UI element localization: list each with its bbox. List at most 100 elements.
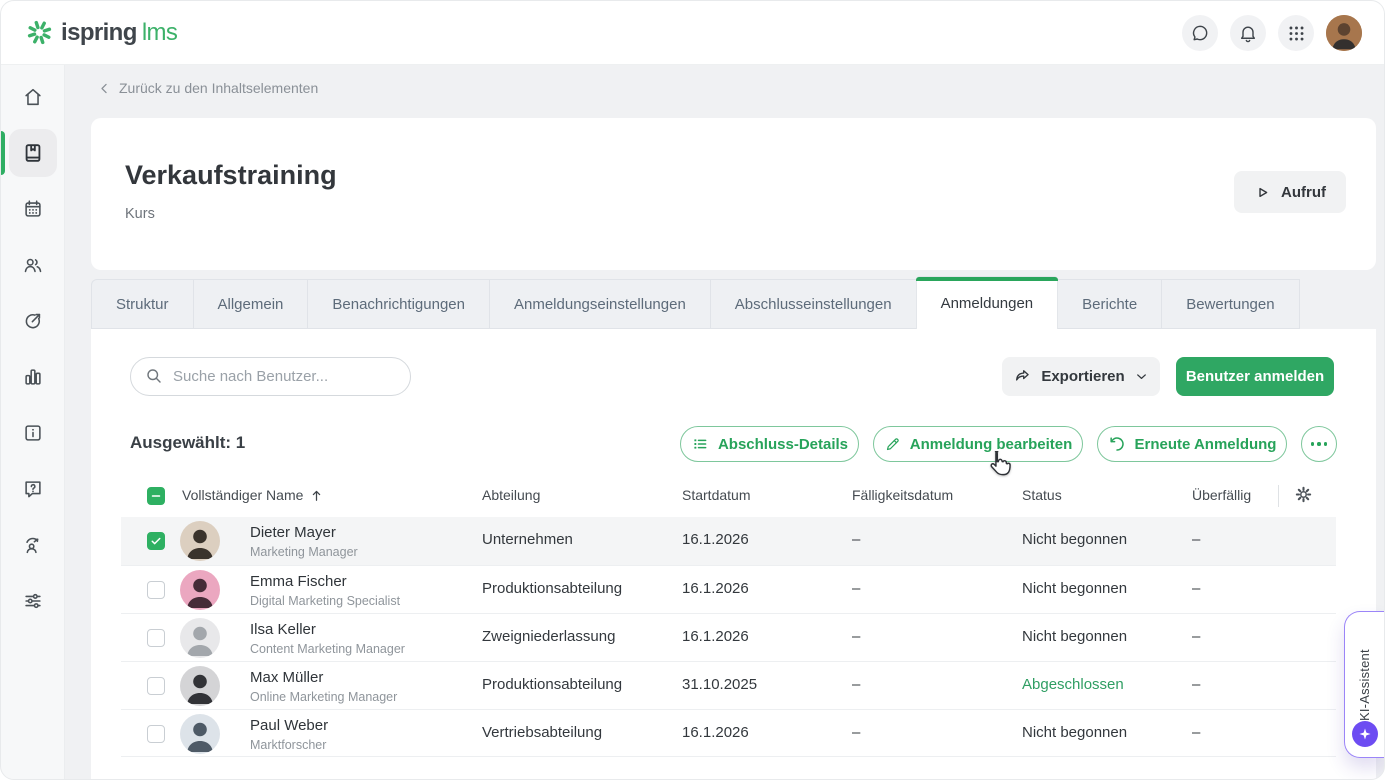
duedate-cell: – (852, 531, 860, 548)
sidebar-item-calendar[interactable] (9, 185, 57, 233)
column-header-overdue[interactable]: Überfällig (1192, 487, 1251, 503)
sidebar-item-news[interactable] (9, 409, 57, 457)
completion-details-label: Abschluss-Details (718, 436, 848, 453)
select-all-checkbox[interactable] (147, 487, 165, 505)
search-input[interactable] (130, 357, 411, 396)
overdue-cell: – (1192, 724, 1200, 741)
pencil-icon (884, 436, 901, 453)
row-checkbox[interactable] (147, 629, 165, 647)
department-cell: Unternehmen (482, 531, 573, 548)
column-header-startdate[interactable]: Startdatum (682, 487, 750, 503)
column-header-status[interactable]: Status (1022, 487, 1062, 503)
app-grid-button[interactable] (1278, 15, 1314, 51)
export-button[interactable]: Exportieren (1002, 357, 1160, 396)
main-area: Zurück zu den Inhaltselementen Verkaufst… (65, 65, 1384, 779)
chevron-left-icon (97, 81, 112, 96)
avatar (180, 521, 220, 561)
user-name: Max Müller (250, 668, 397, 688)
left-sidebar (1, 65, 65, 779)
launch-button-label: Aufruf (1281, 184, 1326, 201)
table-row[interactable]: Ilsa Keller Content Marketing Manager Zw… (121, 613, 1336, 661)
completion-details-button[interactable]: Abschluss-Details (680, 426, 859, 462)
tab-struktur[interactable]: Struktur (91, 279, 194, 329)
table-row[interactable]: Emma Fischer Digital Marketing Specialis… (121, 565, 1336, 613)
user-cell: Max Müller Online Marketing Manager (250, 668, 397, 706)
row-checkbox[interactable] (147, 532, 165, 550)
sliders-icon (22, 590, 44, 612)
enroll-users-button[interactable]: Benutzer anmelden (1176, 357, 1334, 396)
bell-icon (1238, 23, 1258, 43)
course-header-card: Verkaufstraining Kurs Aufruf (91, 118, 1376, 270)
tab-benachrichtigungen[interactable]: Benachrichtigungen (307, 279, 490, 329)
check-icon (150, 535, 162, 547)
sort-asc-icon (309, 488, 324, 503)
tab-label: Benachrichtigungen (332, 296, 465, 313)
tab-berichte[interactable]: Berichte (1057, 279, 1162, 329)
overdue-cell: – (1192, 580, 1200, 597)
tab-label: Abschlusseinstellungen (735, 296, 892, 313)
column-settings-button[interactable] (1293, 484, 1314, 508)
duedate-cell: – (852, 580, 860, 597)
tab-abschlusseinstellungen[interactable]: Abschlusseinstellungen (710, 279, 917, 329)
column-label: Status (1022, 487, 1062, 503)
column-label: Fälligkeitsdatum (852, 487, 953, 503)
tab-anmeldungseinstellungen[interactable]: Anmeldungseinstellungen (489, 279, 711, 329)
more-dots-icon (1311, 442, 1315, 446)
sidebar-item-settings[interactable] (9, 577, 57, 625)
status-cell: Nicht begonnen (1022, 531, 1127, 548)
breadcrumb-back-link[interactable]: Zurück zu den Inhaltselementen (97, 80, 318, 96)
export-button-label: Exportieren (1041, 368, 1124, 385)
launch-course-button[interactable]: Aufruf (1234, 171, 1346, 213)
table-row[interactable]: Paul Weber Marktforscher Vertriebsabteil… (121, 709, 1336, 757)
ai-sparkle-badge (1352, 721, 1378, 747)
row-checkbox[interactable] (147, 581, 165, 599)
duedate-cell: – (852, 628, 860, 645)
home-icon (22, 86, 44, 108)
tab-bewertungen[interactable]: Bewertungen (1161, 279, 1299, 329)
department-cell: Produktionsabteilung (482, 580, 622, 597)
column-header-name[interactable]: Vollständiger Name (182, 487, 324, 503)
help-icon (22, 478, 44, 500)
avatar (180, 666, 220, 706)
sidebar-item-coaching[interactable] (9, 521, 57, 569)
logo-brand: ispring (61, 19, 137, 46)
column-header-duedate[interactable]: Fälligkeitsdatum (852, 487, 953, 503)
export-arrow-icon (1013, 367, 1032, 386)
column-header-department[interactable]: Abteilung (482, 487, 540, 503)
user-name: Emma Fischer (250, 572, 400, 592)
column-label: Vollständiger Name (182, 487, 303, 503)
sidebar-item-goals[interactable] (9, 297, 57, 345)
coaching-icon (22, 534, 44, 556)
profile-avatar[interactable] (1326, 15, 1362, 51)
tab-allgemein[interactable]: Allgemein (193, 279, 309, 329)
enrollments-panel: Exportieren Benutzer anmelden Ausgewählt… (91, 329, 1376, 779)
sidebar-item-courses[interactable] (9, 129, 57, 177)
ai-assistant-tab[interactable]: KI-Assistent (1344, 611, 1384, 758)
user-name: Paul Weber (250, 716, 328, 736)
users-icon (22, 254, 44, 276)
sidebar-item-users[interactable] (9, 241, 57, 289)
sidebar-item-help[interactable] (9, 465, 57, 513)
sidebar-item-home[interactable] (9, 73, 57, 121)
more-actions-button[interactable] (1301, 426, 1337, 462)
notifications-button[interactable] (1230, 15, 1266, 51)
table-header: Vollständiger Name Abteilung Startdatum … (121, 479, 1336, 513)
chat-button[interactable] (1182, 15, 1218, 51)
sidebar-item-reports[interactable] (9, 353, 57, 401)
tab-label: Anmeldungen (941, 295, 1034, 312)
user-name: Dieter Mayer (250, 523, 358, 543)
row-checkbox[interactable] (147, 677, 165, 695)
user-role: Content Marketing Manager (250, 641, 405, 658)
tab-anmeldungen[interactable]: Anmeldungen (916, 276, 1059, 329)
status-cell: Nicht begonnen (1022, 724, 1127, 741)
re-enroll-button[interactable]: Erneute Anmeldung (1097, 426, 1287, 462)
user-role: Digital Marketing Specialist (250, 593, 400, 610)
list-icon (691, 435, 709, 453)
edit-enrollment-button[interactable]: Anmeldung bearbeiten (873, 426, 1083, 462)
logo-product: lms (142, 19, 178, 46)
topbar-icons (1182, 15, 1362, 51)
row-checkbox[interactable] (147, 725, 165, 743)
table-row[interactable]: Dieter Mayer Marketing Manager Unternehm… (121, 517, 1336, 565)
table-row[interactable]: Max Müller Online Marketing Manager Prod… (121, 661, 1336, 709)
ispring-lms-logo[interactable]: ispringlms (27, 19, 177, 47)
